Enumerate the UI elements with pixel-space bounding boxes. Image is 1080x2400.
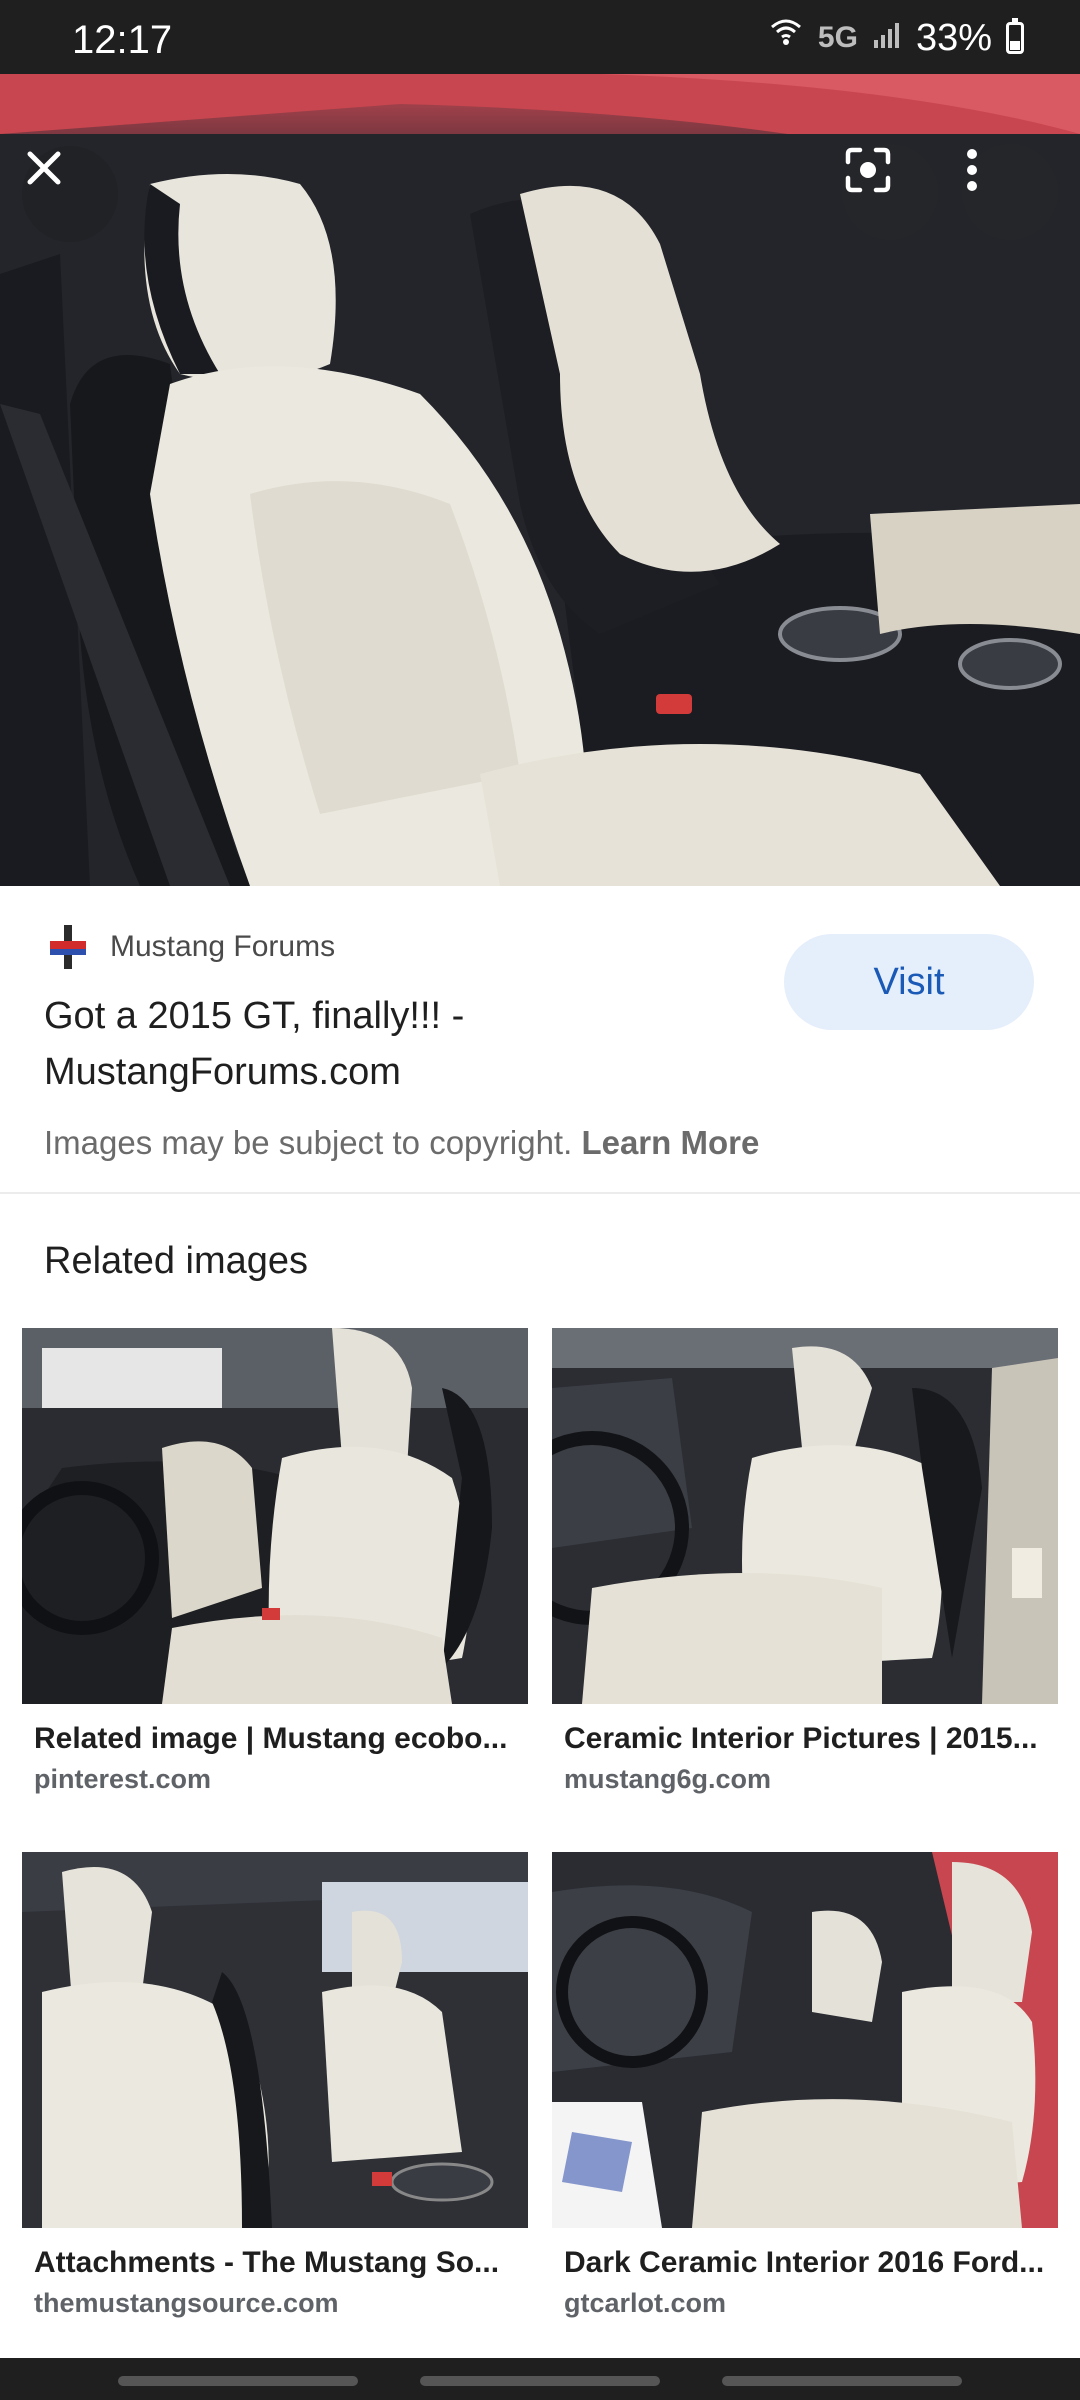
main-image[interactable] [0, 74, 1080, 886]
learn-more-link[interactable]: Learn More [581, 1124, 759, 1161]
source-row[interactable]: Mustang Forums [44, 920, 335, 974]
copyright-text: Images may be subject to copyright. [44, 1124, 573, 1161]
related-image-title: Attachments - The Mustang So... [34, 2246, 500, 2279]
related-image-thumbnail[interactable] [22, 1852, 528, 2228]
related-image-thumbnail[interactable] [22, 1328, 528, 1704]
status-time: 12:17 [72, 18, 173, 62]
nav-handle[interactable] [118, 2376, 358, 2386]
status-bar: 12:17 5G 33% [0, 0, 1080, 74]
battery-percent: 33% [915, 16, 992, 59]
related-image-title: Related image | Mustang ecobo... [34, 1722, 508, 1755]
related-image-title: Dark Ceramic Interior 2016 Ford... [564, 2246, 1045, 2279]
related-image-domain: mustang6g.com [564, 1764, 772, 1794]
mustang-logo-icon [44, 923, 92, 971]
network-type: 5G [817, 21, 858, 54]
close-button[interactable] [22, 146, 118, 242]
nav-handle[interactable] [722, 2376, 962, 2386]
related-image-thumbnail[interactable] [552, 1328, 1058, 1704]
signal-icon [872, 17, 902, 60]
related-image-title: Ceramic Interior Pictures | 2015... [564, 1722, 1038, 1755]
nav-handle[interactable] [420, 2376, 660, 2386]
related-image-card[interactable]: Dark Ceramic Interior 2016 Ford... gtcar… [552, 1852, 1058, 2319]
related-image-domain: themustangsource.com [34, 2288, 339, 2318]
more-options-button[interactable] [962, 144, 1058, 240]
navigation-bar [0, 2358, 1080, 2400]
related-image-thumbnail[interactable] [552, 1852, 1058, 2228]
related-image-card[interactable]: Related image | Mustang ecobo... pintere… [22, 1328, 528, 1795]
related-images-heading: Related images [44, 1240, 309, 1282]
related-image-domain: pinterest.com [34, 1764, 212, 1794]
wifi-icon [768, 15, 804, 61]
related-image-card[interactable]: Ceramic Interior Pictures | 2015... must… [552, 1328, 1058, 1795]
divider [0, 1192, 1080, 1194]
battery-icon [1006, 18, 1024, 54]
source-site-name: Mustang Forums [110, 930, 336, 963]
lens-button[interactable] [842, 144, 938, 240]
page-title[interactable]: Got a 2015 GT, finally!!! - MustangForum… [44, 988, 744, 1100]
status-icons: 5G 33% [768, 15, 1024, 61]
copyright-notice: Images may be subject to copyright. Lear… [44, 1124, 759, 1162]
related-image-domain: gtcarlot.com [564, 2288, 727, 2318]
visit-button[interactable]: Visit [784, 934, 1034, 1030]
related-image-card[interactable]: Attachments - The Mustang So... themusta… [22, 1852, 528, 2319]
